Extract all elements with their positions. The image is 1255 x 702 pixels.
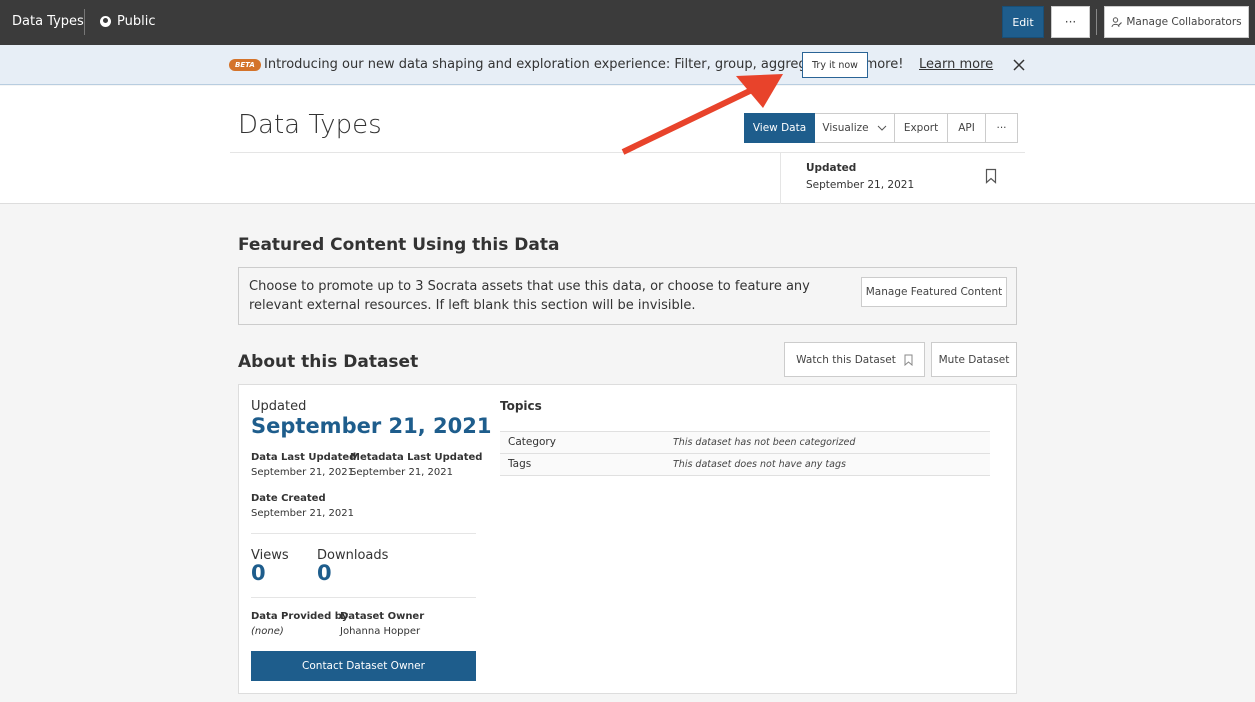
data-last-updated-value: September 21, 2021: [251, 467, 354, 478]
export-button[interactable]: Export: [895, 113, 948, 143]
data-last-updated-label: Data Last Updated: [251, 452, 357, 463]
divider: [780, 152, 781, 204]
featured-content-box: Choose to promote up to 3 Socrata assets…: [238, 267, 1017, 325]
about-dataset-box: Updated September 21, 2021 Data Last Upd…: [238, 384, 1017, 694]
watch-dataset-button[interactable]: Watch this Dataset: [784, 342, 925, 377]
page-title: Data Types: [238, 110, 382, 140]
contact-dataset-owner-button[interactable]: Contact Dataset Owner: [251, 651, 476, 681]
annotation-arrow: [621, 74, 783, 155]
metadata-last-updated-value: September 21, 2021: [350, 467, 453, 478]
user-edit-icon: [1111, 16, 1123, 27]
manage-collaborators-button[interactable]: Manage Collaborators: [1104, 6, 1249, 38]
more-options-button[interactable]: ···: [986, 113, 1018, 143]
topics-title: Topics: [500, 399, 542, 413]
visibility-label: Public: [117, 14, 156, 29]
divider: [251, 533, 476, 534]
topic-key: Category: [508, 436, 556, 448]
views-count: 0: [251, 561, 266, 585]
topics-table: Category This dataset has not been categ…: [500, 431, 990, 476]
try-it-now-button[interactable]: Try it now: [802, 52, 868, 78]
mute-dataset-button[interactable]: Mute Dataset: [931, 342, 1017, 377]
learn-more-link[interactable]: Learn more: [919, 57, 993, 72]
top-bar: Data Types Public Edit ··· Manage Collab…: [0, 0, 1255, 45]
dataset-owner-label: Dataset Owner: [340, 611, 425, 622]
date-created-label: Date Created: [251, 493, 326, 504]
chevron-down-icon: [877, 125, 886, 131]
metadata-last-updated-label: Metadata Last Updated: [350, 452, 483, 463]
edit-button[interactable]: Edit: [1002, 6, 1044, 38]
table-row: Tags This dataset does not have any tags: [500, 454, 990, 476]
data-provided-by-label: Data Provided by: [251, 611, 349, 622]
divider: [1096, 9, 1097, 35]
watch-dataset-label: Watch this Dataset: [796, 353, 896, 366]
dataset-title: Data Types: [12, 14, 84, 29]
bookmark-icon: [904, 354, 913, 366]
bookmark-icon[interactable]: [985, 168, 997, 184]
api-button[interactable]: API: [948, 113, 986, 143]
downloads-count: 0: [317, 561, 332, 585]
topic-key: Tags: [508, 458, 532, 470]
about-updated-label: Updated: [251, 399, 307, 414]
updated-label: Updated: [806, 162, 857, 174]
featured-content-title: Featured Content Using this Data: [238, 235, 560, 255]
manage-collaborators-label: Manage Collaborators: [1126, 16, 1242, 28]
table-row: Category This dataset has not been categ…: [500, 432, 990, 454]
manage-featured-content-button[interactable]: Manage Featured Content: [861, 277, 1007, 307]
data-provided-by-value: (none): [251, 626, 284, 637]
visibility-status[interactable]: Public: [100, 14, 155, 29]
close-icon[interactable]: [1012, 58, 1026, 72]
beta-badge: BETA: [229, 59, 261, 71]
topic-value: This dataset has not been categorized: [673, 437, 856, 448]
about-updated-date: September 21, 2021: [251, 414, 492, 438]
more-actions-button[interactable]: ···: [1051, 6, 1090, 38]
featured-content-text: Choose to promote up to 3 Socrata assets…: [249, 279, 810, 313]
visualize-dropdown[interactable]: Visualize: [815, 113, 895, 143]
updated-date: September 21, 2021: [806, 179, 915, 191]
divider: [84, 9, 85, 35]
divider: [251, 597, 476, 598]
topic-value: This dataset does not have any tags: [673, 459, 846, 470]
date-created-value: September 21, 2021: [251, 508, 354, 519]
about-dataset-title: About this Dataset: [238, 352, 419, 372]
globe-icon: [100, 16, 111, 27]
visualize-label: Visualize: [822, 122, 869, 134]
dataset-owner-value: Johanna Hopper: [340, 626, 421, 637]
